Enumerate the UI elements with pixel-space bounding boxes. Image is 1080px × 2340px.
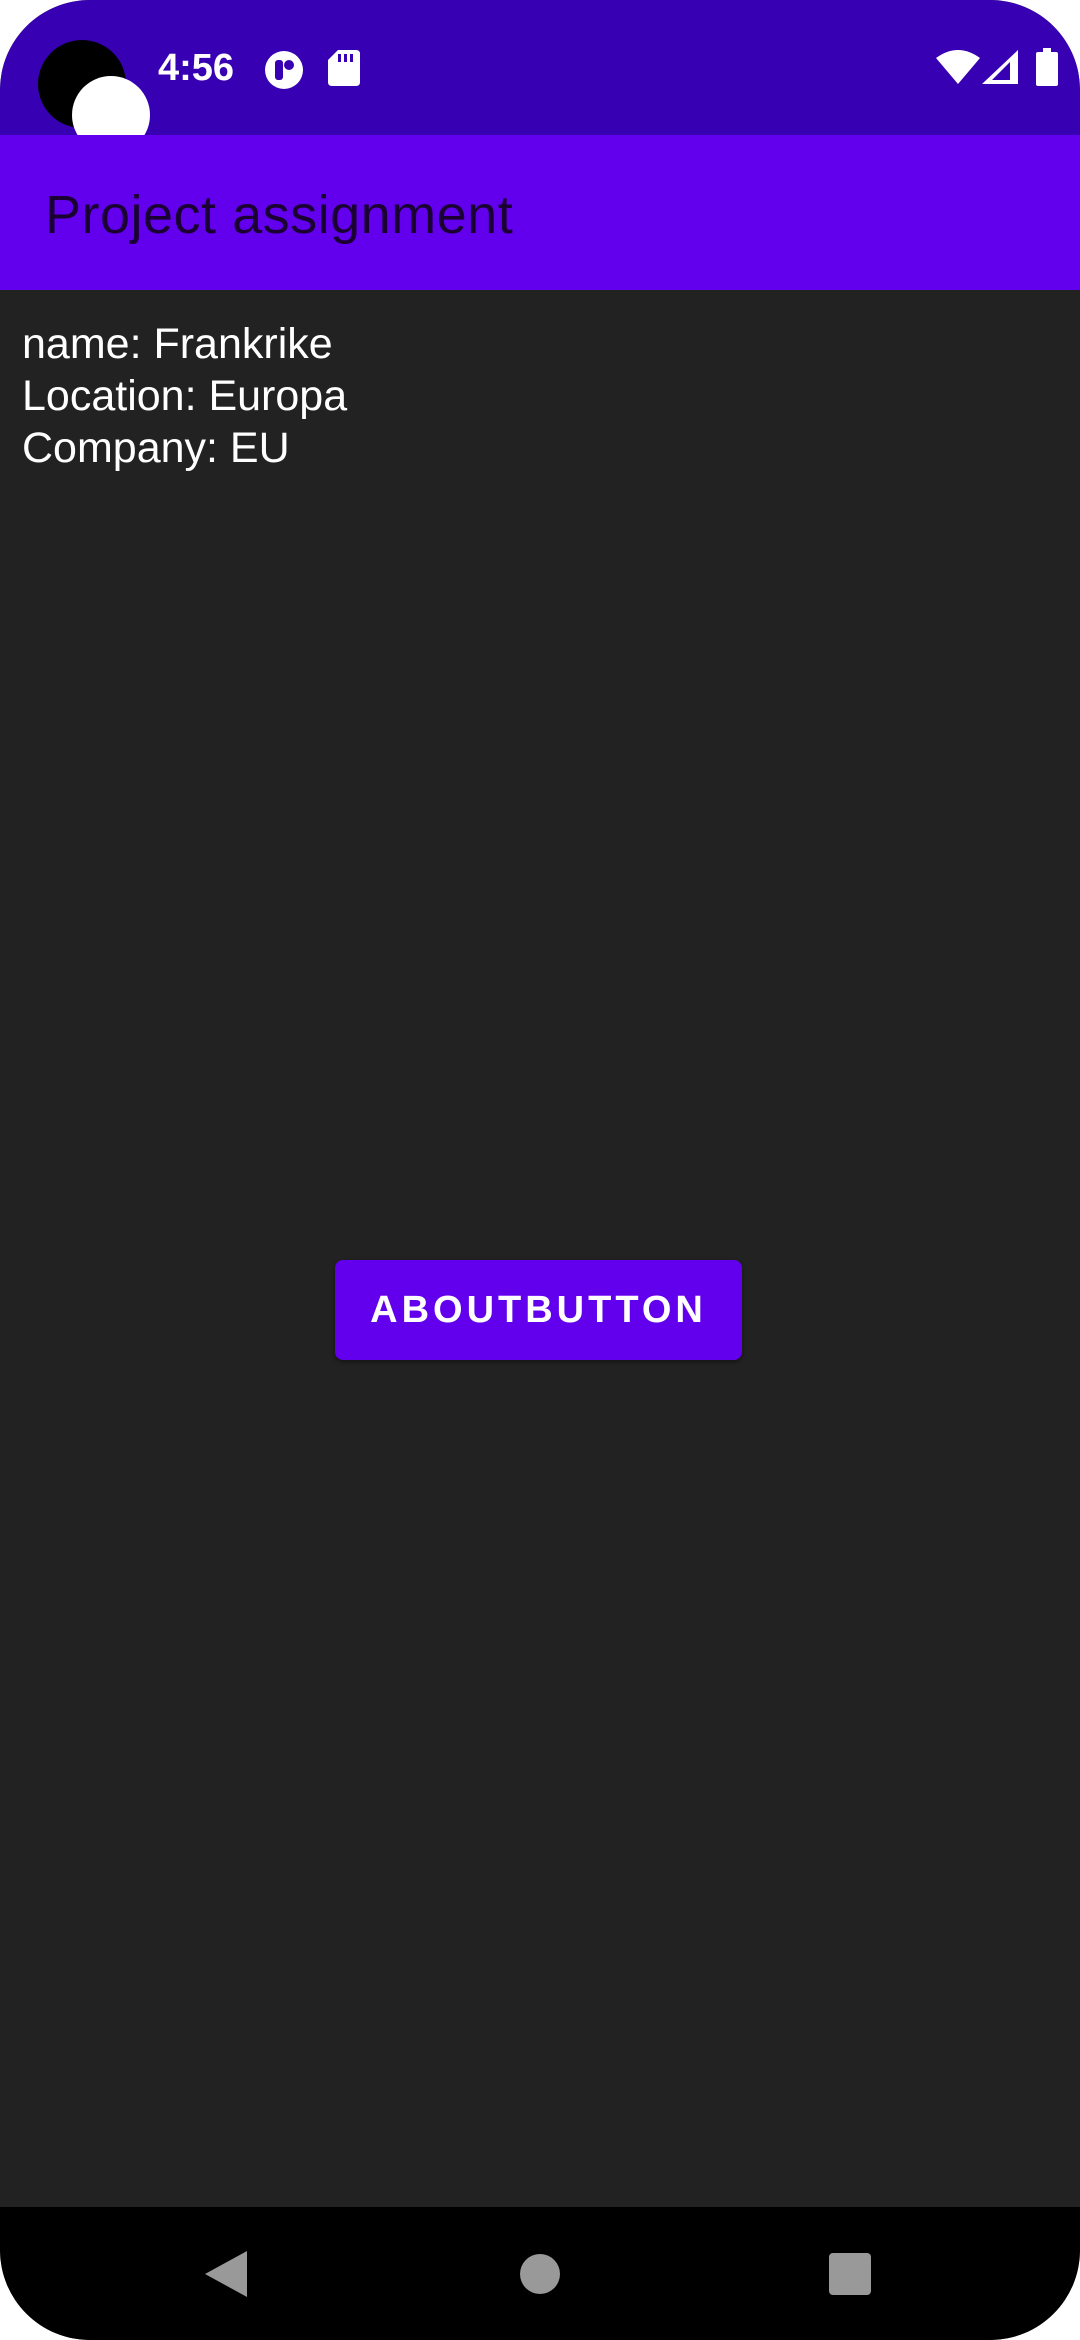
battery-icon xyxy=(1036,48,1058,91)
recents-icon[interactable] xyxy=(790,2207,910,2340)
sd-card-icon xyxy=(328,50,360,91)
company-line: Company: EU xyxy=(22,424,290,472)
info-text-block: name: Frankrike Location: Europa Company… xyxy=(22,318,347,474)
about-button[interactable]: ABOUTBUTTON xyxy=(335,1260,742,1360)
page-title: Project assignment xyxy=(45,185,514,245)
name-line: name: Frankrike xyxy=(22,320,333,368)
back-icon[interactable] xyxy=(166,2207,286,2340)
notification-app-icon xyxy=(264,50,304,95)
status-bar: 4:56 xyxy=(0,0,1080,154)
home-icon[interactable] xyxy=(480,2207,600,2340)
app-bar: Project assignment xyxy=(0,135,1080,290)
cell-signal-icon xyxy=(982,50,1018,89)
phone-screen: 4:56 Project assignment name: Frankrike … xyxy=(0,0,1080,2340)
wifi-icon xyxy=(936,50,980,89)
status-time: 4:56 xyxy=(158,47,235,89)
camera-cutout xyxy=(38,40,150,154)
navigation-bar xyxy=(0,2207,1080,2340)
location-line: Location: Europa xyxy=(22,372,348,420)
